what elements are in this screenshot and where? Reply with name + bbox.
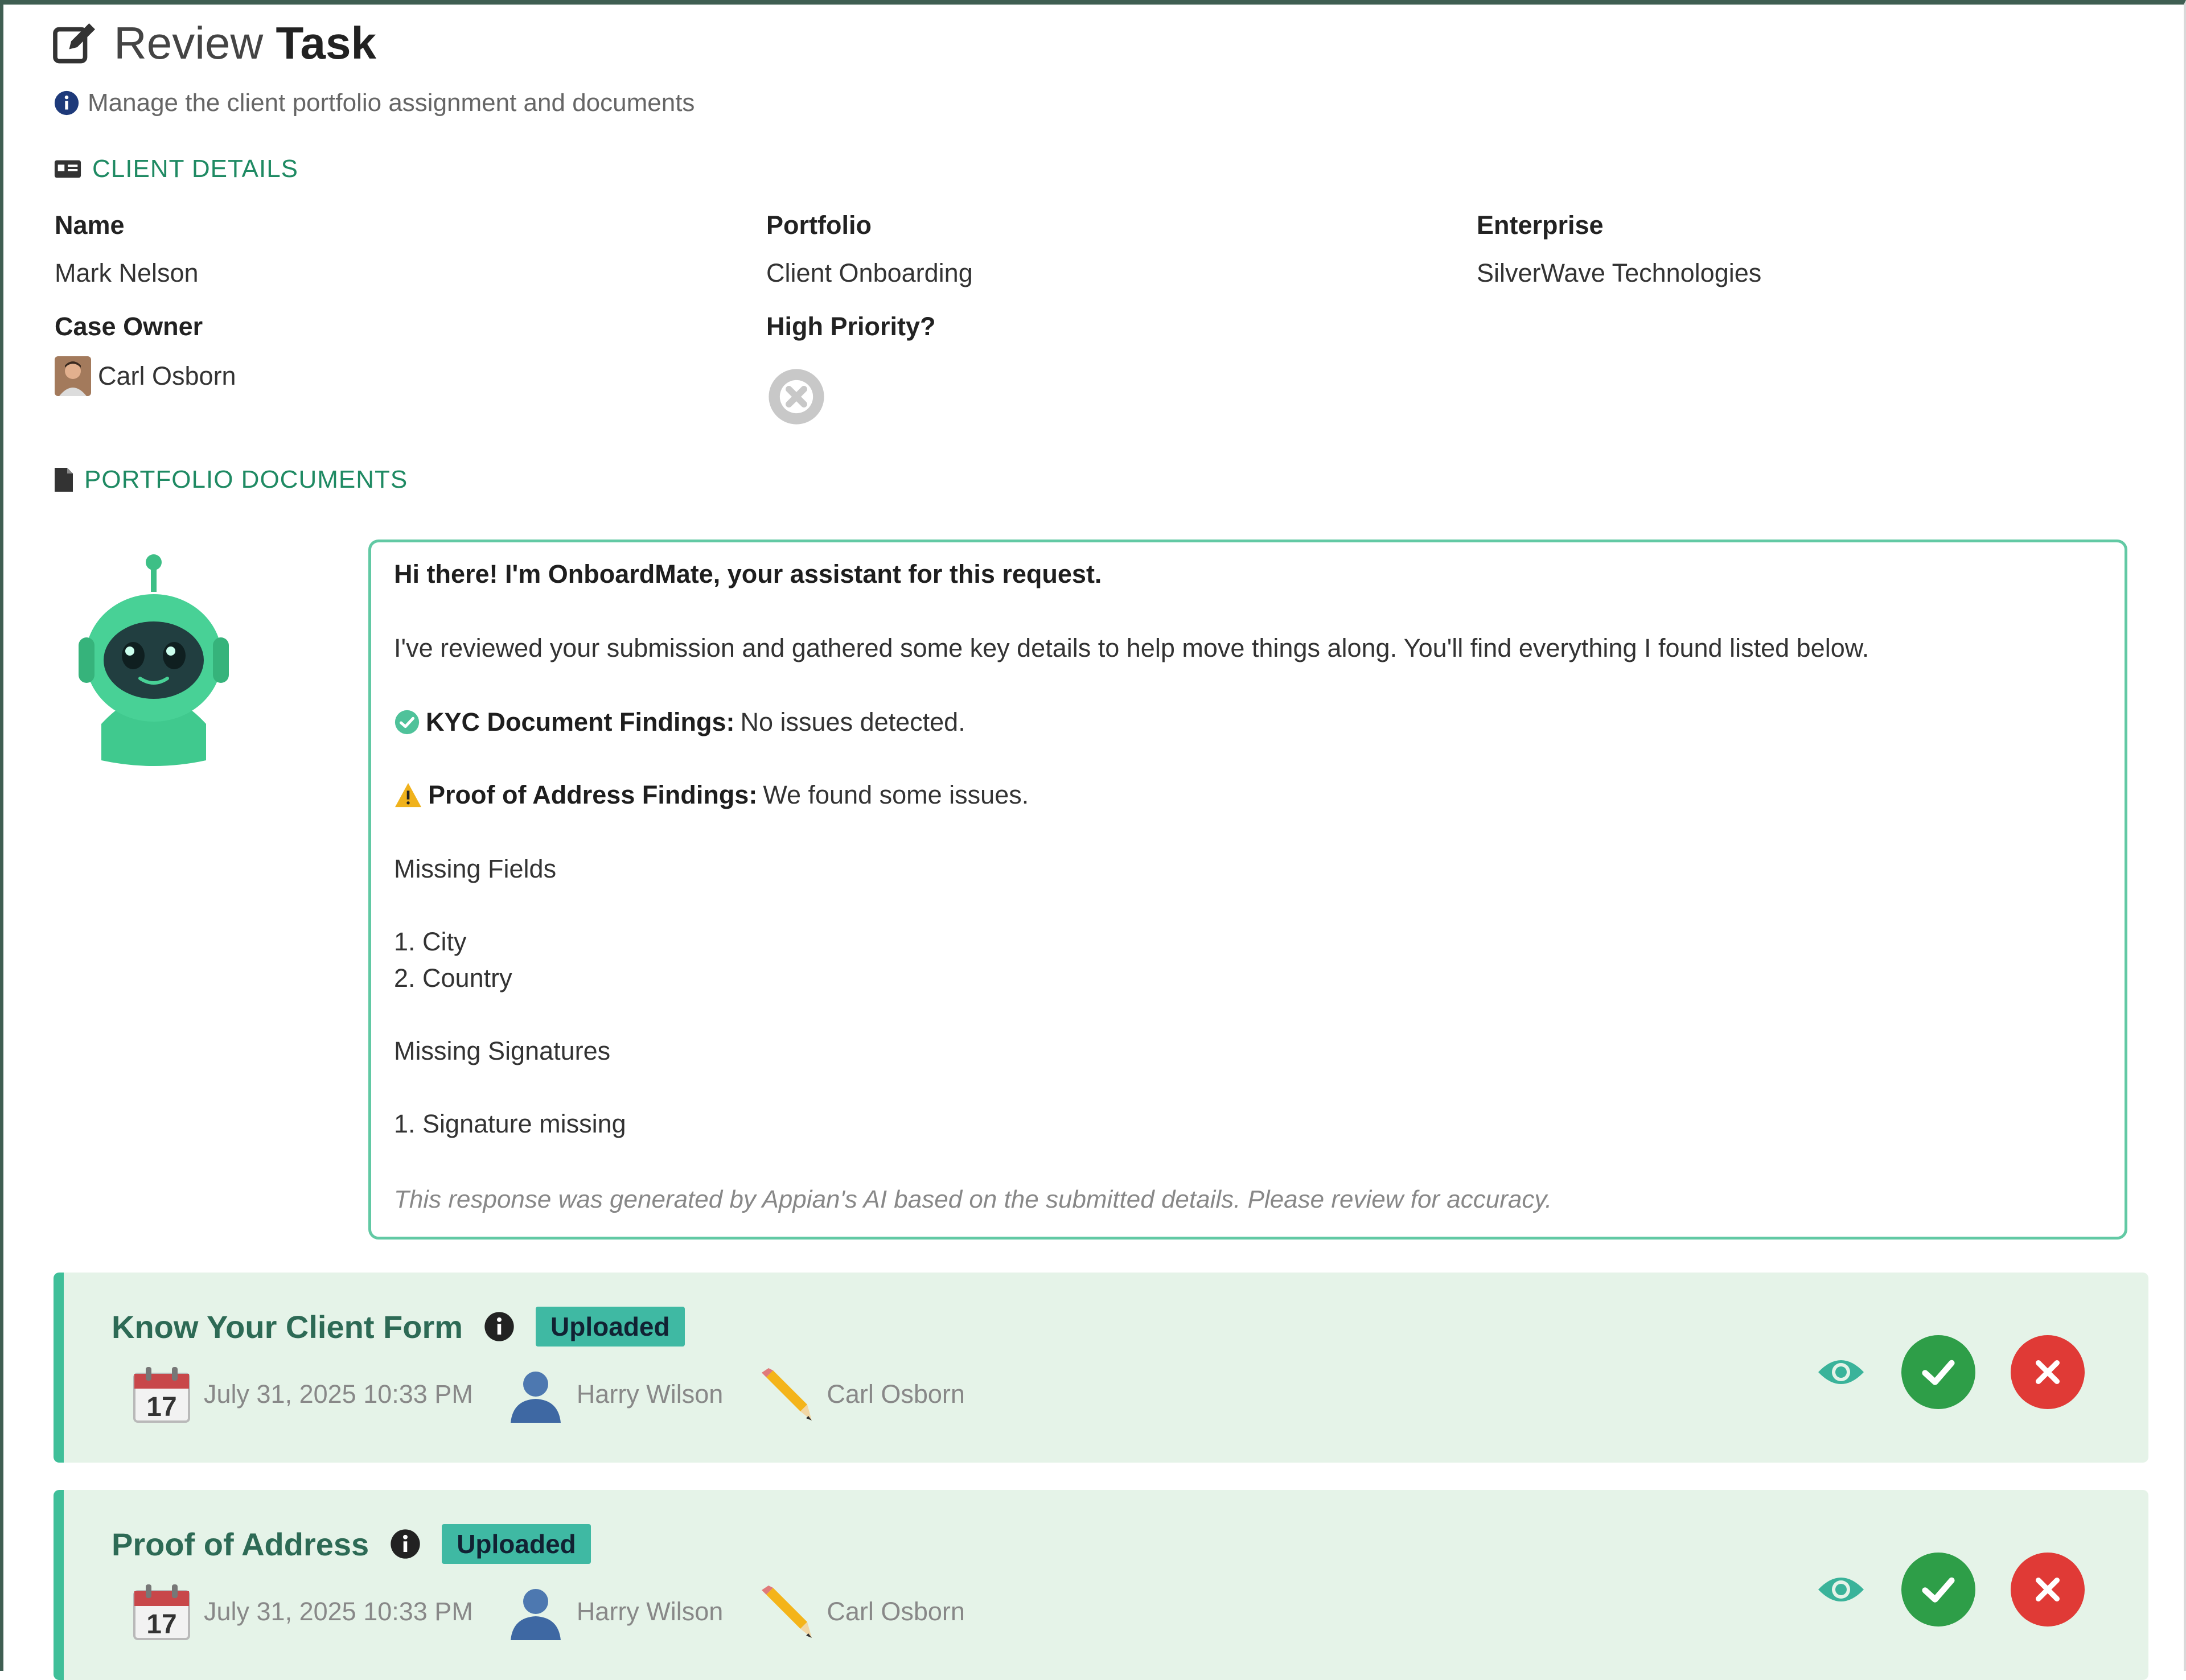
user-icon <box>510 1372 561 1423</box>
close-icon <box>2036 1578 2060 1601</box>
document-card-proof-of-address: Proof of Address Uploaded 17 July 31, 20… <box>54 1490 2148 1680</box>
document-card-kyc: Know Your Client Form Uploaded 17 July 3… <box>54 1273 2148 1463</box>
case-owner-label: Case Owner <box>55 312 203 341</box>
document-actions <box>1816 1553 2085 1627</box>
portfolio-label: Portfolio <box>766 211 872 240</box>
pencil-icon <box>762 1586 812 1638</box>
info-icon[interactable] <box>483 1311 515 1343</box>
page-header: Review Task <box>51 17 376 69</box>
close-icon <box>2036 1360 2060 1384</box>
assistant-greeting: Hi there! I'm OnboardMate, your assistan… <box>394 559 1102 588</box>
warning-icon <box>395 783 421 808</box>
edit-icon <box>53 23 95 64</box>
checkmark-icon <box>1922 1360 1955 1385</box>
page-title: Review Task <box>114 18 376 68</box>
x-circle-icon <box>769 369 824 425</box>
review-task-page: Review Task Manage the client portfolio … <box>0 0 2186 1680</box>
kyc-findings: KYC Document Findings: No issues detecte… <box>394 707 965 737</box>
document-meta: 17 July 31, 2025 10:33 PM Harry Wilson C… <box>132 1582 999 1641</box>
client-details-heading: CLIENT DETAILS <box>54 155 298 183</box>
name-label: Name <box>55 211 125 240</box>
missing-field-item: 2. Country <box>394 963 512 993</box>
enterprise-value: SilverWave Technologies <box>1477 258 1762 287</box>
calendar-day: 17 <box>146 1609 176 1640</box>
info-icon[interactable] <box>389 1528 421 1560</box>
portfolio-documents-heading: PORTFOLIO DOCUMENTS <box>54 466 408 494</box>
edited-by: Carl Osborn <box>827 1597 965 1626</box>
user-icon <box>510 1589 561 1640</box>
proof-of-address-findings: Proof of Address Findings: We found some… <box>394 780 1029 810</box>
status-badge: Uploaded <box>536 1307 685 1347</box>
missing-field-item: 1. City <box>394 927 467 956</box>
document-title-row: Proof of Address Uploaded <box>112 1524 591 1564</box>
portfolio-value: Client Onboarding <box>766 258 973 287</box>
eye-icon[interactable] <box>1816 1572 1866 1607</box>
uploaded-by: Harry Wilson <box>576 1597 724 1626</box>
eye-icon[interactable] <box>1816 1355 1866 1389</box>
checkmark-icon <box>1922 1577 1955 1603</box>
uploaded-by: Harry Wilson <box>576 1380 724 1409</box>
calendar-icon: 17 <box>133 1367 190 1423</box>
edited-by: Carl Osborn <box>827 1380 965 1409</box>
info-icon <box>54 90 79 116</box>
upload-date: July 31, 2025 10:33 PM <box>204 1380 473 1409</box>
document-title-row: Know Your Client Form Uploaded <box>112 1307 685 1347</box>
missing-signatures-title: Missing Signatures <box>394 1036 611 1065</box>
id-card-icon <box>54 160 81 178</box>
case-owner-name[interactable]: Carl Osborn <box>98 361 236 391</box>
assistant-intro: I've reviewed your submission and gather… <box>394 633 1869 662</box>
ai-assistant-response: Hi there! I'm OnboardMate, your assistan… <box>368 540 2127 1240</box>
robot-assistant-icon <box>79 554 229 766</box>
missing-signature-item: 1. Signature missing <box>394 1109 626 1138</box>
document-name: Know Your Client Form <box>112 1308 463 1345</box>
document-name: Proof of Address <box>112 1526 369 1562</box>
reject-button[interactable] <box>2011 1335 2085 1409</box>
upload-date: July 31, 2025 10:33 PM <box>204 1597 473 1626</box>
check-circle-icon <box>395 710 420 735</box>
reject-button[interactable] <box>2011 1553 2085 1627</box>
missing-fields-title: Missing Fields <box>394 854 557 883</box>
name-value: Mark Nelson <box>55 258 199 287</box>
document-meta: 17 July 31, 2025 10:33 PM Harry Wilson C… <box>132 1365 999 1424</box>
calendar-day: 17 <box>146 1392 176 1422</box>
document-actions <box>1816 1335 2085 1409</box>
calendar-icon: 17 <box>133 1584 190 1640</box>
enterprise-label: Enterprise <box>1477 211 1604 240</box>
page-subtitle: Manage the client portfolio assignment a… <box>54 89 695 117</box>
status-badge: Uploaded <box>442 1524 591 1564</box>
approve-button[interactable] <box>1901 1335 1975 1409</box>
document-icon <box>55 468 73 492</box>
pencil-icon <box>762 1368 812 1420</box>
high-priority-label: High Priority? <box>766 312 936 341</box>
ai-disclaimer: This response was generated by Appian's … <box>394 1185 1552 1213</box>
approve-button[interactable] <box>1901 1553 1975 1627</box>
case-owner-value[interactable]: Carl Osborn <box>55 356 236 396</box>
avatar[interactable] <box>55 356 91 396</box>
